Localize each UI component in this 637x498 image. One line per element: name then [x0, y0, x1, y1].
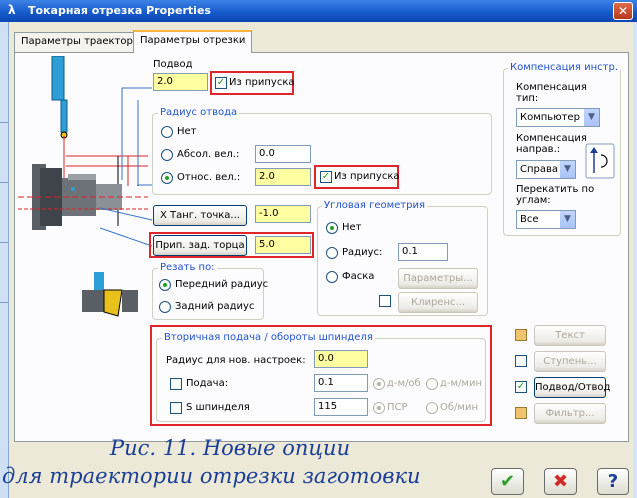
chevron-down-icon: ▼: [559, 211, 575, 228]
clearance-checkbox[interactable]: [379, 295, 391, 307]
angular-radius-label: Радиус:: [342, 247, 383, 258]
ok-button[interactable]: ✔: [491, 468, 524, 495]
figure-caption-line1: Рис. 11. Новые опции: [110, 436, 351, 460]
retract-abs-label: Абсол. вел.:: [177, 149, 240, 160]
background-strip: [0, 22, 8, 498]
cut-by-front-radius-radio[interactable]: [159, 279, 171, 291]
cancel-button[interactable]: ✖: [544, 468, 577, 495]
spindle-unit-sfm-label: ПСР: [387, 402, 408, 413]
feed-unit-per-rev-radio[interactable]: [373, 378, 385, 390]
angular-radius-radio[interactable]: [326, 247, 338, 259]
feed-input[interactable]: 0.1: [314, 374, 368, 392]
spindle-input[interactable]: 115: [314, 398, 368, 416]
secondary-feed-group-label: Вторичная подача / обороты шпинделя: [162, 332, 375, 343]
comp-dir-label: Компенсация направ.:: [516, 133, 587, 155]
angular-chamfer-radio[interactable]: [326, 271, 338, 283]
secondary-radius-input[interactable]: 0.0: [314, 350, 368, 368]
step-button[interactable]: Ступень...: [534, 351, 606, 372]
secondary-radius-label: Радиус для нов. настроек:: [166, 355, 306, 366]
text-checkbox[interactable]: [515, 329, 527, 341]
cut-by-back-radius-radio[interactable]: [159, 301, 171, 313]
spindle-unit-sfm-radio[interactable]: [373, 402, 385, 414]
feed-unit-per-rev-label: д-м/об: [387, 378, 421, 389]
spindle-unit-rpm-radio[interactable]: [426, 402, 438, 414]
retract-radius-group-label: Радиус отвода: [158, 107, 240, 118]
retract-none-label: Нет: [177, 126, 197, 137]
angular-chamfer-label: Фаска: [342, 271, 375, 282]
feed-label: Подача:: [186, 378, 229, 389]
filter-checkbox[interactable]: [515, 407, 527, 419]
retract-rel-input[interactable]: 2.0: [255, 168, 311, 186]
retract-from-stock-checkbox[interactable]: ✓: [320, 171, 332, 183]
approach-label: Подвод: [153, 59, 193, 70]
help-button[interactable]: ?: [597, 468, 629, 495]
approach-from-stock-label: Из припуска: [229, 77, 295, 88]
cut-by-group-label: Резать по:: [158, 262, 217, 273]
spindle-unit-rpm-label: Об/мин: [440, 402, 478, 413]
close-button[interactable]: ✕: [613, 2, 633, 20]
compensation-direction-icon: [585, 143, 615, 179]
x-tangent-input[interactable]: -1.0: [255, 205, 311, 223]
spindle-label: S шпинделя: [186, 402, 250, 413]
retract-rel-radio[interactable]: [161, 172, 173, 184]
text-button[interactable]: Текст: [534, 325, 606, 346]
comp-type-value: Компьютер: [520, 112, 580, 123]
cut-by-group: [152, 268, 264, 320]
lambda-icon: λ: [8, 3, 16, 17]
comp-roll-value: Все: [520, 214, 539, 225]
approach-retract-checkbox[interactable]: ✓: [515, 381, 527, 393]
cut-by-back-radius-label: Задний радиус: [175, 301, 255, 312]
x-tangent-point-button[interactable]: X Танг. точка...: [153, 205, 247, 226]
comp-dir-value: Справа: [520, 164, 559, 175]
clearance-button[interactable]: Клиренс...: [398, 292, 478, 313]
approach-input[interactable]: 2.0: [153, 73, 208, 91]
window-title: Токарная отрезка Properties: [28, 4, 211, 17]
comp-type-label: Компенсация тип:: [516, 82, 587, 104]
feed-unit-per-min-radio[interactable]: [426, 378, 438, 390]
retract-abs-radio[interactable]: [161, 149, 173, 161]
retract-abs-input[interactable]: 0.0: [255, 145, 311, 163]
angular-none-radio[interactable]: [326, 222, 338, 234]
approach-retract-button[interactable]: Подвод/Отвод: [534, 377, 610, 398]
approach-from-stock-checkbox[interactable]: ✓: [215, 77, 227, 89]
title-bar: λ Токарная отрезка Properties ✕: [0, 0, 637, 22]
retract-rel-label: Относ. вел.:: [177, 172, 241, 183]
figure-caption-line2: для траектории отрезки заготовки: [2, 464, 421, 488]
spindle-checkbox[interactable]: [170, 402, 182, 414]
filter-button[interactable]: Фильтр...: [534, 403, 606, 424]
comp-dir-select[interactable]: Справа ▼: [516, 160, 576, 179]
angular-geometry-group-label: Угловая геометрия: [322, 200, 427, 211]
comp-type-select[interactable]: Компьютер ▼: [516, 108, 600, 127]
angular-params-button[interactable]: Параметры...: [398, 268, 478, 289]
cut-by-front-radius-label: Передний радиус: [175, 279, 269, 290]
tool-compensation-group-label: Компенсация инстр.: [508, 62, 621, 73]
feed-unit-per-min-label: д-м/мин: [440, 378, 483, 389]
tab-cutoff-params[interactable]: Параметры отрезки: [133, 30, 253, 53]
chevron-down-icon: ▼: [559, 161, 575, 178]
step-checkbox[interactable]: [515, 355, 527, 367]
feed-checkbox[interactable]: [170, 378, 182, 390]
retract-none-radio[interactable]: [161, 126, 173, 138]
back-face-stock-input[interactable]: 5.0: [255, 236, 311, 254]
back-face-stock-button[interactable]: Прип. зад. торца: [153, 235, 247, 256]
angular-none-label: Нет: [342, 222, 362, 233]
retract-from-stock-label: Из припуска: [334, 171, 400, 182]
comp-roll-label: Перекатить по углам:: [516, 184, 595, 206]
chevron-down-icon: ▼: [583, 109, 599, 126]
angular-radius-input[interactable]: 0.1: [398, 243, 448, 261]
comp-roll-select[interactable]: Все ▼: [516, 210, 576, 229]
